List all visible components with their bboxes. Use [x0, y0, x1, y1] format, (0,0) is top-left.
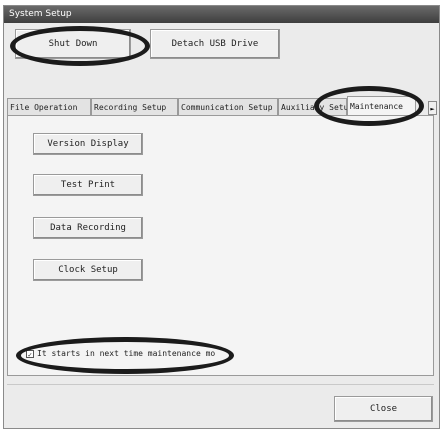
test-print-button[interactable]: Test Print — [33, 174, 143, 196]
close-button[interactable]: Close — [334, 396, 433, 422]
tab-file-operation[interactable]: File Operation — [7, 98, 91, 115]
highlight-oval-maintenance-checkbox — [16, 337, 234, 374]
footer-divider — [7, 384, 434, 385]
detach-usb-button[interactable]: Detach USB Drive — [150, 29, 280, 59]
tab-scroll-right-button[interactable]: ► — [428, 101, 437, 115]
window-title: System Setup — [4, 6, 439, 23]
tab-communication-setup[interactable]: Communication Setup — [178, 98, 278, 115]
data-recording-button[interactable]: Data Recording — [33, 217, 143, 239]
clock-setup-button[interactable]: Clock Setup — [33, 259, 143, 281]
highlight-oval-shutdown — [10, 26, 150, 66]
version-display-button[interactable]: Version Display — [33, 133, 143, 155]
tab-recording-setup[interactable]: Recording Setup — [91, 98, 178, 115]
highlight-oval-maintenance-tab — [314, 86, 424, 126]
